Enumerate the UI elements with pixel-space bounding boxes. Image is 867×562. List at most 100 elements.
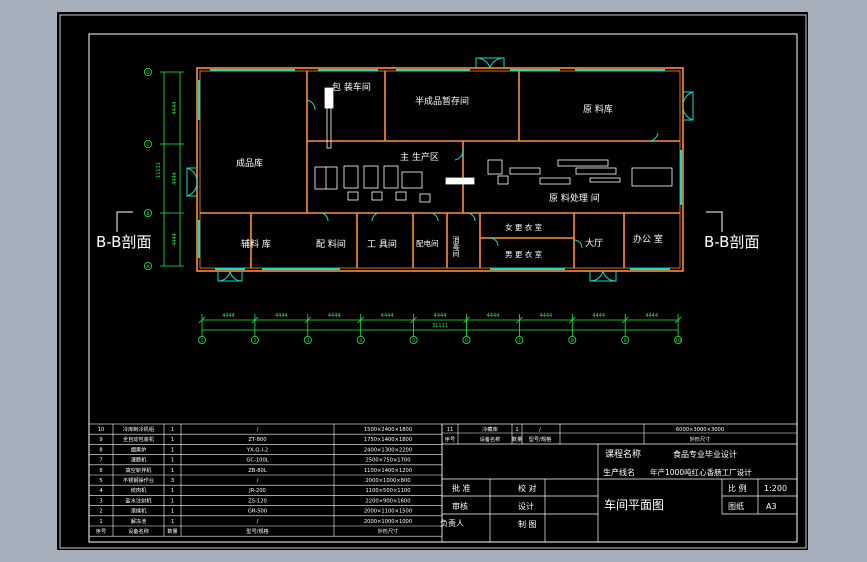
col-axis-label: 5 xyxy=(412,338,415,344)
top-table-cell: 1 xyxy=(515,427,518,433)
table-cell: 1 xyxy=(171,509,174,515)
col-axis-label: 10 xyxy=(675,338,681,344)
bay-dimension: 4444 xyxy=(592,313,605,319)
scale-label: 比 例 xyxy=(728,483,747,493)
table-cell: 1500×2400×1800 xyxy=(364,427,412,433)
table-cell: 真空斩拌机 xyxy=(126,466,153,474)
room-aux-label: 辅料 库 xyxy=(241,238,271,250)
table-cell: 盐水注射机 xyxy=(126,496,153,504)
section-label-right: B-B剖面 xyxy=(704,233,759,251)
table-cell: 2400×1300×2200 xyxy=(364,447,412,453)
cad-drawing: 成品库 包 装车间 半成品暂存间 原 料库 主 生产区 原 料处理 间 辅料 库… xyxy=(0,0,867,562)
table-cell: GR-500 xyxy=(248,509,267,515)
table-cell: 1 xyxy=(171,519,174,525)
room-power-label: 配电间 xyxy=(416,238,439,248)
table-cell: 1 xyxy=(99,519,102,525)
room-ingredient-label: 配 料间 xyxy=(316,238,346,250)
scale-value: 1:200 xyxy=(764,484,787,493)
bay-dimension: 4444 xyxy=(328,313,341,319)
table-cell: / xyxy=(257,519,259,525)
top-table-cell: / xyxy=(539,427,541,433)
top-table-cell: 11 xyxy=(447,427,454,433)
table-cell: 1750×1400×1800 xyxy=(364,437,412,443)
col-axis-label: 9 xyxy=(624,338,627,344)
bay-dimension: 4444 xyxy=(434,313,447,319)
table-cell: 全自动包装机 xyxy=(123,435,155,443)
table-cell: 1 xyxy=(171,488,174,494)
room-raw-label: 原 料库 xyxy=(583,103,613,115)
room-main-label: 主 生产区 xyxy=(400,151,439,163)
table-cell: YX-Q-I-2 xyxy=(246,447,268,453)
top-table-cell: 6000×3000×3000 xyxy=(676,427,724,433)
course-label: 课程名称 xyxy=(605,448,641,460)
col-axis-label: 3 xyxy=(306,338,309,344)
table-header-cell: 外形尺寸 xyxy=(378,527,399,535)
draw-label: 制 图 xyxy=(518,519,537,529)
lead-label: 负责人 xyxy=(440,518,464,528)
table-cell: / xyxy=(257,427,259,433)
table-cell: 3 xyxy=(99,498,102,504)
vertical-total-dimension: 11111 xyxy=(156,162,162,178)
col-axis-label: 7 xyxy=(518,338,521,344)
course-value: 食品专业毕业设计 xyxy=(673,449,737,459)
room-process-label: 原 料处理 间 xyxy=(549,192,600,204)
table-cell: 冷库制冷机组 xyxy=(123,425,154,433)
bay-dimension: 4444 xyxy=(222,313,235,319)
sheet-value: A3 xyxy=(766,502,777,511)
row-axis-label: C xyxy=(146,142,149,148)
row-dimension: 4444 xyxy=(172,172,178,185)
table-cell: 1 xyxy=(171,447,174,453)
room-finished-label: 成品库 xyxy=(236,157,263,169)
table-cell: 2000×1000×800 xyxy=(366,478,411,484)
top-table-cell: 冷藏库 xyxy=(482,425,498,433)
review-label: 审核 xyxy=(452,501,468,511)
table-cell: JR-200 xyxy=(248,488,266,494)
table-cell: 2000×1000×1000 xyxy=(364,519,412,525)
bay-dimension: 4444 xyxy=(487,313,500,319)
bay-dimension: 4444 xyxy=(381,313,394,319)
table-cell: 2500×750×1700 xyxy=(366,458,411,464)
table-cell: 1100×1400×1200 xyxy=(364,468,412,474)
approve-label: 批 准 xyxy=(452,483,471,493)
room-office-label: 办公 室 xyxy=(633,233,663,245)
table-cell: 3 xyxy=(171,478,174,484)
table-cell: 1 xyxy=(171,498,174,504)
table-cell: 解冻池 xyxy=(131,517,147,525)
table-header-cell: 型号/规格 xyxy=(246,527,269,535)
row-dimension: 4444 xyxy=(172,233,178,246)
room-packing-label: 包 装车间 xyxy=(332,81,371,93)
table-cell: 7 xyxy=(99,458,102,464)
col-axis-label: 4 xyxy=(359,338,362,344)
col-axis-label: 2 xyxy=(253,338,256,344)
top-table-header: 型号/规格 xyxy=(529,435,552,443)
top-table-header: 设备名称 xyxy=(480,435,501,443)
room-semi-label: 半成品暂存间 xyxy=(415,95,469,107)
table-cell: 2000×1100×1500 xyxy=(364,509,412,515)
room-hall-label: 大厅 xyxy=(585,237,603,249)
room-disinfect-label: 消毒间 xyxy=(452,235,460,258)
table-cell: ZB-80L xyxy=(248,468,267,474)
table-header-cell: 设备名称 xyxy=(128,527,149,535)
table-cell: / xyxy=(257,478,259,484)
col-axis-label: 8 xyxy=(571,338,574,344)
table-cell: 8 xyxy=(99,447,102,453)
room-male-label: 男 更 衣 室 xyxy=(505,249,543,259)
table-cell: 2200×900×1600 xyxy=(366,498,411,504)
design-label: 设计 xyxy=(518,501,534,511)
table-cell: 5 xyxy=(99,478,102,484)
bay-dimension: 4444 xyxy=(275,313,288,319)
table-cell: 9 xyxy=(99,437,102,443)
table-cell: 绞肉机 xyxy=(131,486,147,494)
table-cell: 1 xyxy=(171,437,174,443)
table-header-cell: 序号 xyxy=(96,527,106,535)
row-axis-label: B xyxy=(146,211,149,217)
drawing-name: 车间平面图 xyxy=(604,497,664,512)
table-cell: 1100×500×1100 xyxy=(366,488,411,494)
table-header-cell: 数量 xyxy=(167,527,177,535)
col-axis-label: 1 xyxy=(201,338,204,344)
table-cell: 1 xyxy=(171,458,174,464)
table-cell: 烟熏炉 xyxy=(131,445,147,453)
proof-label: 校 对 xyxy=(518,483,537,493)
row-axis-label: D xyxy=(146,70,150,76)
table-cell: GC-100L xyxy=(246,458,268,464)
